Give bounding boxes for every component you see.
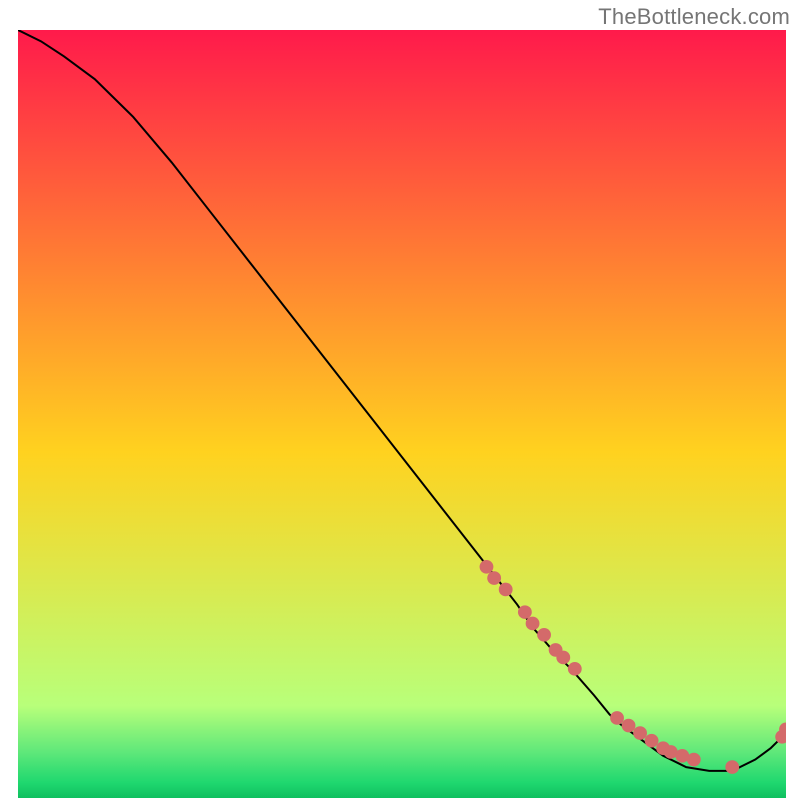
data-point (622, 719, 636, 733)
data-point (633, 726, 647, 740)
data-point (518, 605, 532, 619)
data-point (687, 753, 701, 767)
data-point (526, 617, 540, 631)
data-point (537, 628, 551, 642)
data-point (725, 760, 739, 774)
data-overlay (18, 30, 786, 786)
chart-frame: { "watermark": "TheBottleneck.com", "col… (0, 0, 800, 800)
data-point (499, 583, 513, 597)
data-point (487, 571, 501, 585)
data-point (556, 651, 570, 665)
data-point (480, 560, 494, 574)
data-point (645, 734, 659, 748)
data-point (610, 711, 624, 725)
markers-group (480, 560, 786, 774)
plot-area (18, 30, 786, 786)
data-point (568, 662, 582, 676)
curve-line (18, 30, 786, 771)
watermark-text: TheBottleneck.com (598, 4, 790, 30)
